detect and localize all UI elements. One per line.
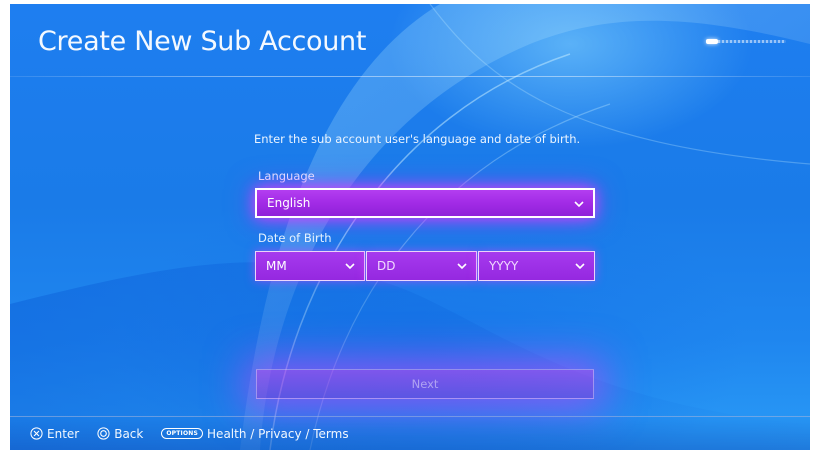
chevron-down-icon	[457, 263, 467, 270]
circle-button-icon	[97, 427, 110, 440]
language-label: Language	[258, 169, 315, 183]
step-progress-fill	[706, 39, 718, 44]
chevron-down-icon	[575, 263, 585, 270]
next-button[interactable]: Next	[256, 369, 594, 399]
enter-hint[interactable]: Enter	[30, 427, 79, 441]
chevron-down-icon	[574, 201, 584, 208]
birth-month-select[interactable]: MM	[255, 251, 365, 281]
language-value: English	[267, 196, 311, 210]
birth-day-select[interactable]: DD	[366, 251, 477, 281]
cross-button-icon	[30, 427, 43, 440]
page-title: Create New Sub Account	[38, 26, 367, 57]
button-guide-footer: Enter Back OPTIONS Health / Privacy / Te…	[10, 416, 810, 450]
health-privacy-terms-hint[interactable]: OPTIONS Health / Privacy / Terms	[161, 426, 349, 441]
options-button-icon: OPTIONS	[161, 428, 204, 439]
birth-month-value: MM	[266, 259, 287, 273]
instruction-text: Enter the sub account user's language an…	[254, 132, 581, 146]
enter-label: Enter	[47, 426, 80, 441]
header-divider	[10, 76, 810, 77]
step-progress-bar	[706, 39, 786, 44]
health-privacy-terms-label: Health / Privacy / Terms	[207, 426, 349, 441]
screen: Create New Sub Account Enter the sub acc…	[10, 4, 810, 450]
birth-year-value: YYYY	[489, 259, 519, 273]
chevron-down-icon	[345, 263, 355, 270]
back-label: Back	[114, 426, 144, 441]
language-select[interactable]: English	[255, 188, 595, 218]
birth-year-select[interactable]: YYYY	[478, 251, 595, 281]
date-of-birth-label: Date of Birth	[258, 231, 332, 245]
birth-day-value: DD	[377, 259, 396, 273]
back-hint[interactable]: Back	[97, 427, 143, 441]
